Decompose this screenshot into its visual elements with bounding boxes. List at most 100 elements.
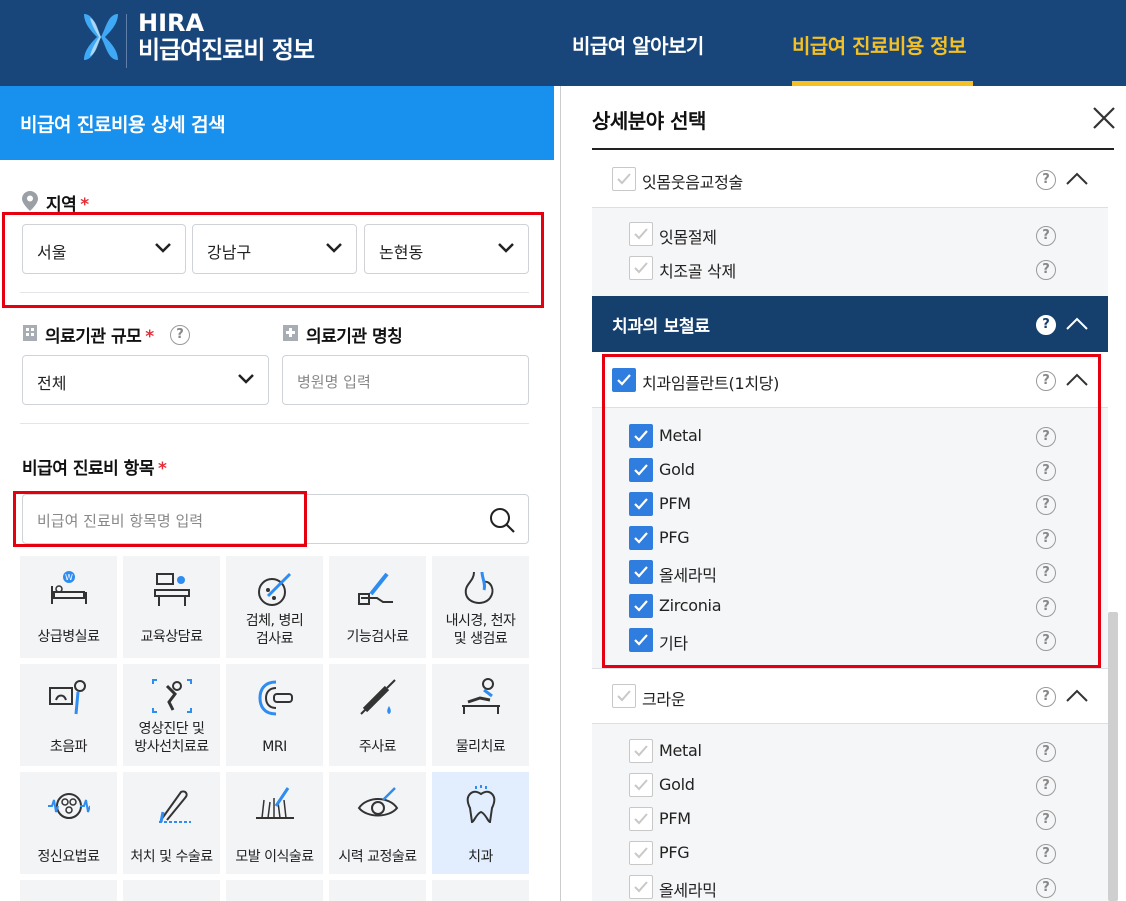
category-education-consult[interactable]: 교육상담료 (123, 556, 220, 658)
search-icon[interactable] (488, 506, 516, 534)
endoscope-icon (464, 571, 494, 604)
section-dental-prosthetics[interactable]: 치과의 보철료 ? (592, 296, 1108, 352)
check-icon (634, 228, 648, 240)
help-icon[interactable]: ? (1036, 876, 1056, 898)
caret-up-icon[interactable] (1066, 171, 1088, 185)
category-label: 모발 이식술료 (235, 849, 314, 865)
facility-name-label: 의료기관 명칭 (306, 327, 403, 347)
subitems-crown: Metal ? Gold ? PFM ? PFG ? 올세라믹 ? (592, 724, 1108, 901)
hira-logo-icon (84, 14, 118, 60)
item-label: Gold (659, 775, 695, 794)
consult-icon (154, 573, 190, 606)
checkbox[interactable] (629, 807, 653, 831)
category-partial[interactable] (20, 880, 117, 901)
category-label: 치과 (468, 849, 493, 865)
syringe-icon (360, 679, 396, 715)
category-ultrasound[interactable]: 초음파 (20, 664, 117, 766)
category-label: 초음파 (49, 739, 88, 755)
category-endoscopy[interactable]: 내시경, 천자 및 생검료 (432, 556, 529, 658)
checkbox[interactable] (629, 222, 653, 246)
nav-learn-noncovered[interactable]: 비급여 알아보기 (572, 30, 704, 59)
category-mri[interactable]: MRI (226, 664, 323, 766)
logo-title: HIRA (138, 9, 205, 37)
checkbox[interactable] (629, 841, 653, 865)
help-icon[interactable]: ? (1036, 685, 1056, 707)
caret-up-icon[interactable] (1066, 688, 1088, 702)
category-physical-therapy[interactable]: 물리치료 (432, 664, 529, 766)
highlight-box-region (2, 212, 544, 308)
surgery-icon (159, 790, 191, 823)
item-label: 잇몸절제 (659, 228, 717, 247)
help-icon[interactable]: ? (1036, 740, 1056, 762)
logo-divider (126, 14, 127, 68)
help-icon[interactable]: ? (1036, 313, 1056, 335)
check-icon (617, 173, 631, 185)
item-label: Metal (659, 741, 702, 760)
category-function-test[interactable]: 기능검사료 (329, 556, 426, 658)
help-icon[interactable]: ? (1036, 168, 1056, 190)
tooth-icon (466, 785, 496, 824)
checkbox[interactable] (629, 773, 653, 797)
help-icon[interactable]: ? (1036, 774, 1056, 796)
noncovered-item-label: 비급여 진료비 항목 * (22, 459, 167, 479)
item-label: 올세라믹 (659, 881, 717, 900)
check-icon (634, 813, 648, 825)
category-dental[interactable]: 치과 (432, 772, 529, 874)
item-label: PFG (659, 843, 690, 862)
item-label: PFM (659, 809, 691, 828)
nav-noncovered-cost-info[interactable]: 비급여 진료비용 정보 (792, 30, 967, 59)
group-row-crown[interactable]: 크라운 ? (592, 668, 1108, 724)
hair-icon (256, 787, 294, 819)
help-icon[interactable]: ? (1036, 808, 1056, 830)
scrollbar-thumb[interactable] (1108, 612, 1118, 901)
category-label: 주사료 (358, 739, 397, 755)
ultrasound-icon (49, 680, 86, 715)
category-imaging-radiation[interactable]: 영상진단 및 방사선치료료 (123, 664, 220, 766)
help-icon[interactable]: ? (1036, 842, 1056, 864)
checkbox[interactable] (629, 739, 653, 763)
top-header: HIRA 비급여진료비 정보 비급여 알아보기 비급여 진료비용 정보 (0, 0, 1126, 86)
check-icon (634, 847, 648, 859)
section-label: 치과의 보철료 (612, 317, 710, 337)
eye-icon (357, 787, 399, 817)
help-icon[interactable]: ? (1036, 224, 1056, 246)
check-icon (634, 779, 648, 791)
category-pathology[interactable]: 검체, 병리 검사료 (226, 556, 323, 658)
category-treatment-surgery[interactable]: 처치 및 수술료 (123, 772, 220, 874)
mri-icon (258, 680, 293, 716)
checkbox[interactable] (629, 256, 653, 280)
facility-name-input[interactable]: 병원명 입력 (282, 355, 529, 405)
function-test-icon (358, 572, 393, 605)
help-icon[interactable]: ? (1036, 258, 1056, 280)
category-vision-correction[interactable]: 시력 교정술료 (329, 772, 426, 874)
category-label: 영상진단 및 방사선치료료 (134, 721, 209, 755)
physio-icon (462, 678, 500, 714)
check-icon (634, 262, 648, 274)
category-label: 내시경, 천자 및 생검료 (445, 613, 516, 647)
caret-up-icon[interactable] (1066, 316, 1088, 330)
subitems-gum-smile: 잇몸절제 ? 치조골 삭제 ? (592, 208, 1108, 296)
highlight-box-implant (602, 354, 1101, 668)
category-label: 물리치료 (455, 739, 506, 755)
brain-icon (48, 793, 90, 819)
checkbox[interactable] (629, 875, 653, 899)
location-pin-icon (22, 191, 38, 211)
category-partial[interactable] (123, 880, 220, 901)
checkbox[interactable] (612, 167, 636, 191)
close-icon[interactable] (1092, 106, 1116, 130)
checkbox[interactable] (612, 684, 636, 708)
check-icon (634, 745, 648, 757)
group-label: 잇몸웃음교정술 (642, 173, 743, 192)
category-injection[interactable]: 주사료 (329, 664, 426, 766)
group-row-gum-smile[interactable]: 잇몸웃음교정술 ? (592, 152, 1108, 208)
category-partial[interactable] (432, 880, 529, 901)
category-partial[interactable] (226, 880, 323, 901)
chevron-down-icon (238, 374, 254, 384)
facility-scale-select[interactable]: 전체 (22, 355, 269, 405)
facility-scale-help-icon[interactable]: ? (170, 323, 190, 345)
category-psychotherapy[interactable]: 정신요법료 (20, 772, 117, 874)
category-partial[interactable] (329, 880, 426, 901)
left-panel-title: 비급여 진료비용 상세 검색 (20, 114, 226, 136)
category-room-fee[interactable]: W 상급병실료 (20, 556, 117, 658)
category-hair-transplant[interactable]: 모발 이식술료 (226, 772, 323, 874)
